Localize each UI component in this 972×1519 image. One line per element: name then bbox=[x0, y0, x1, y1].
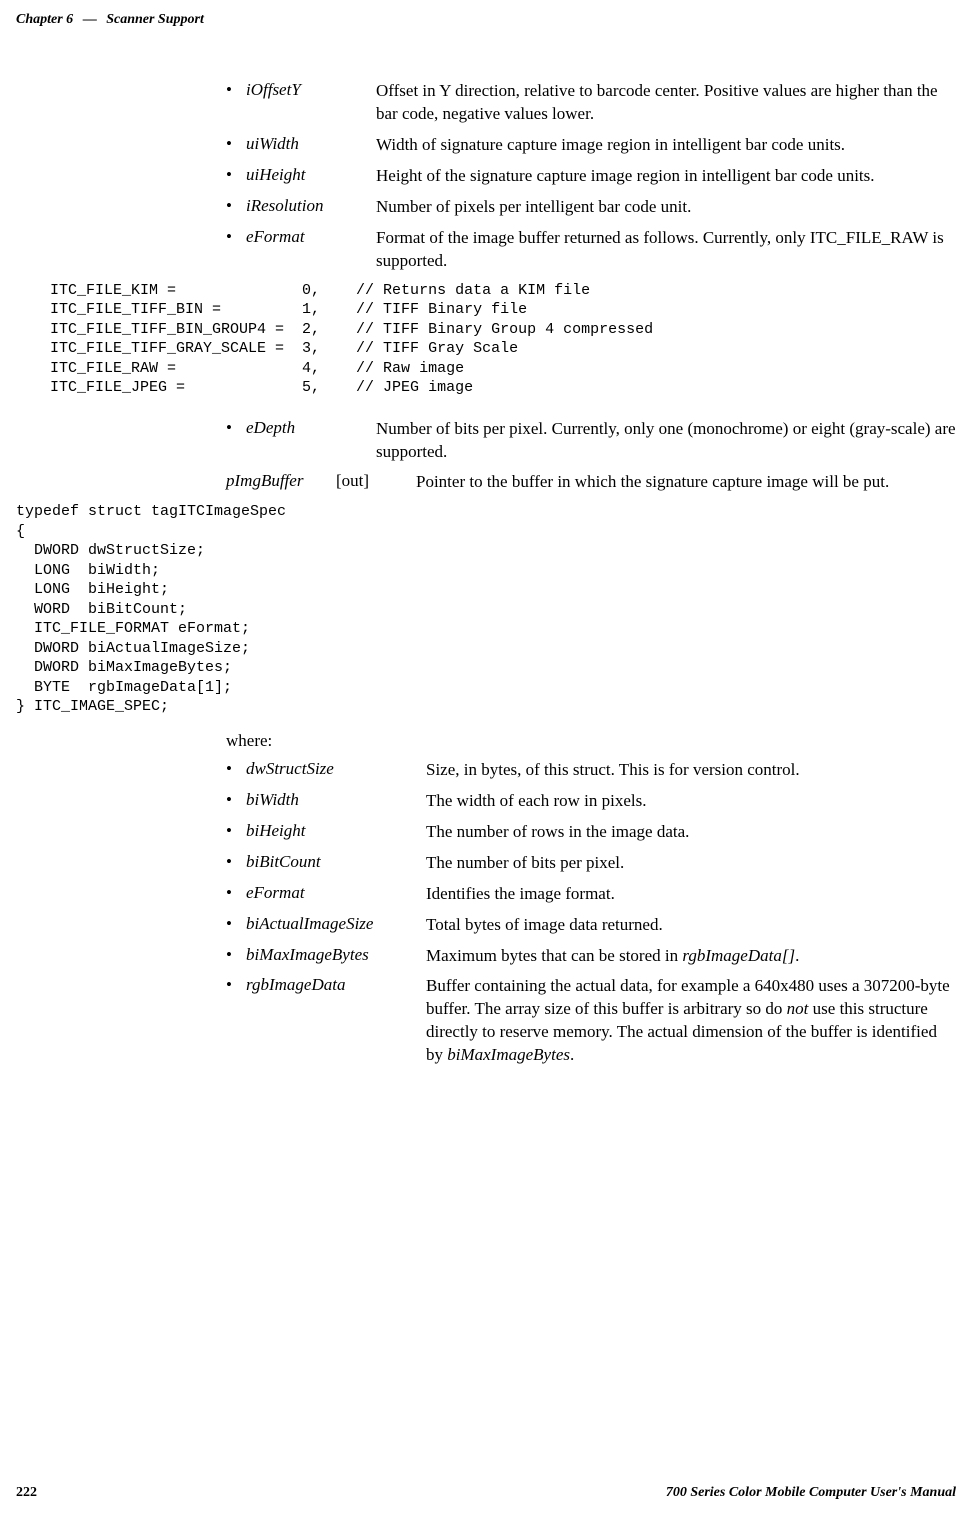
where-desc: Maximum bytes that can be stored in rgbI… bbox=[426, 945, 956, 968]
where-desc: Buffer containing the actual data, for e… bbox=[426, 975, 956, 1067]
bullet-icon: • bbox=[226, 945, 246, 968]
where-desc: Total bytes of image data returned. bbox=[426, 914, 956, 937]
bullet-icon: • bbox=[226, 134, 246, 157]
where-row: •biBitCountThe number of bits per pixel. bbox=[226, 852, 956, 875]
page-footer: 222 700 Series Color Mobile Computer Use… bbox=[16, 1485, 956, 1501]
where-name: rgbImageData bbox=[246, 975, 426, 1067]
typedef-code-block: typedef struct tagITCImageSpec { DWORD d… bbox=[16, 502, 956, 717]
where-name: biMaxImageBytes bbox=[246, 945, 426, 968]
param-name: iResolution bbox=[246, 196, 376, 219]
param-desc: Width of signature capture image region … bbox=[376, 134, 956, 157]
where-name: biWidth bbox=[246, 790, 426, 813]
param-name: eFormat bbox=[246, 227, 376, 273]
where-row: •eFormatIdentifies the image format. bbox=[226, 883, 956, 906]
param-desc: Number of pixels per intelligent bar cod… bbox=[376, 196, 956, 219]
italic-text: not bbox=[787, 999, 809, 1018]
where-desc: Size, in bytes, of this struct. This is … bbox=[426, 759, 956, 782]
param-name: eDepth bbox=[246, 418, 376, 464]
pimgbuffer-row: pImgBuffer [out] Pointer to the buffer i… bbox=[226, 471, 956, 494]
chapter-label: Chapter 6 bbox=[16, 12, 73, 27]
param-row: •eDepthNumber of bits per pixel. Current… bbox=[226, 418, 956, 464]
bullet-icon: • bbox=[226, 821, 246, 844]
param-row: •iResolutionNumber of pixels per intelli… bbox=[226, 196, 956, 219]
bullet-icon: • bbox=[226, 790, 246, 813]
where-name: dwStructSize bbox=[246, 759, 426, 782]
where-row: •biActualImageSizeTotal bytes of image d… bbox=[226, 914, 956, 937]
pimg-desc: Pointer to the buffer in which the signa… bbox=[416, 471, 956, 494]
bullet-icon: • bbox=[226, 418, 246, 464]
header-left: Chapter 6 — Scanner Support bbox=[16, 12, 204, 28]
where-row: •biHeightThe number of rows in the image… bbox=[226, 821, 956, 844]
bullet-icon: • bbox=[226, 883, 246, 906]
italic-text: biMaxImageBytes bbox=[447, 1045, 570, 1064]
where-name: biBitCount bbox=[246, 852, 426, 875]
param-desc: Height of the signature capture image re… bbox=[376, 165, 956, 188]
where-row: •dwStructSizeSize, in bytes, of this str… bbox=[226, 759, 956, 782]
where-name: eFormat bbox=[246, 883, 426, 906]
param-name: uiHeight bbox=[246, 165, 376, 188]
footer-title: 700 Series Color Mobile Computer User's … bbox=[666, 1485, 956, 1501]
bullet-icon: • bbox=[226, 80, 246, 126]
page-content: •iOffsetYOffset in Y direction, relative… bbox=[16, 80, 956, 1075]
bullet-icon: • bbox=[226, 914, 246, 937]
param-desc: Format of the image buffer returned as f… bbox=[376, 227, 956, 273]
where-name: biHeight bbox=[246, 821, 426, 844]
bullet-icon: • bbox=[226, 227, 246, 273]
bullet-icon: • bbox=[226, 975, 246, 1067]
param-row: •uiHeightHeight of the signature capture… bbox=[226, 165, 956, 188]
where-desc: The number of bits per pixel. bbox=[426, 852, 956, 875]
footer-page: 222 bbox=[16, 1485, 37, 1501]
param-name: iOffsetY bbox=[246, 80, 376, 126]
param-row: •uiWidthWidth of signature capture image… bbox=[226, 134, 956, 157]
bullet-icon: • bbox=[226, 852, 246, 875]
header-sep: — bbox=[83, 12, 97, 27]
param-row: •eFormatFormat of the image buffer retur… bbox=[226, 227, 956, 273]
where-name: biActualImageSize bbox=[246, 914, 426, 937]
where-list: •dwStructSizeSize, in bytes, of this str… bbox=[226, 759, 956, 1067]
param-list-2: •eDepthNumber of bits per pixel. Current… bbox=[226, 418, 956, 464]
where-desc: The width of each row in pixels. bbox=[426, 790, 956, 813]
bullet-icon: • bbox=[226, 165, 246, 188]
page-header: Chapter 6 — Scanner Support bbox=[16, 12, 956, 28]
param-desc: Offset in Y direction, relative to barco… bbox=[376, 80, 956, 126]
param-list-1: •iOffsetYOffset in Y direction, relative… bbox=[226, 80, 956, 273]
pimg-name: pImgBuffer bbox=[226, 471, 336, 494]
param-desc: Number of bits per pixel. Currently, onl… bbox=[376, 418, 956, 464]
enum-code-block: ITC_FILE_KIM = 0, // Returns data a KIM … bbox=[32, 281, 956, 398]
where-row: •biWidthThe width of each row in pixels. bbox=[226, 790, 956, 813]
param-name: uiWidth bbox=[246, 134, 376, 157]
header-title: Scanner Support bbox=[106, 12, 204, 27]
param-row: •iOffsetYOffset in Y direction, relative… bbox=[226, 80, 956, 126]
bullet-icon: • bbox=[226, 759, 246, 782]
bullet-icon: • bbox=[226, 196, 246, 219]
where-desc: The number of rows in the image data. bbox=[426, 821, 956, 844]
where-label: where: bbox=[226, 731, 956, 751]
italic-text: rgbImageData[] bbox=[682, 946, 795, 965]
where-row: •biMaxImageBytesMaximum bytes that can b… bbox=[226, 945, 956, 968]
pimg-dir: [out] bbox=[336, 471, 416, 494]
where-desc: Identifies the image format. bbox=[426, 883, 956, 906]
where-row: •rgbImageDataBuffer containing the actua… bbox=[226, 975, 956, 1067]
